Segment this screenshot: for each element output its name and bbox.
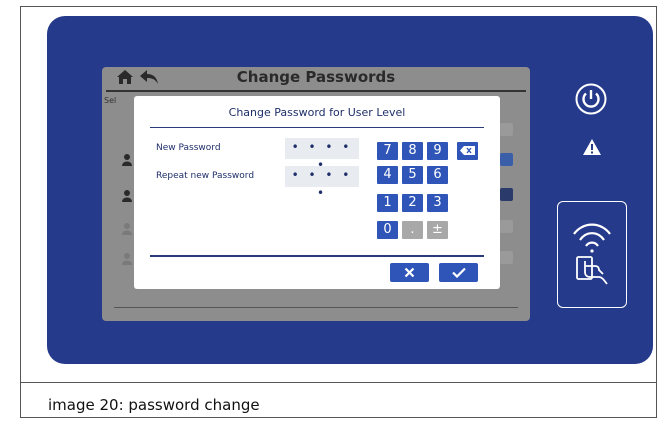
edit-icon[interactable] (500, 251, 513, 264)
edit-icon[interactable] (500, 188, 513, 201)
key-decimal[interactable]: . (402, 221, 423, 239)
cancel-button[interactable] (390, 263, 429, 282)
screen-title: Change Passwords (236, 68, 396, 86)
key-plus-minus[interactable]: ± (427, 221, 448, 239)
edit-icon[interactable] (500, 123, 513, 136)
warning-icon (582, 138, 602, 160)
key-0[interactable]: 0 (377, 221, 398, 239)
confirm-button[interactable] (439, 263, 478, 282)
key-5[interactable]: 5 (402, 166, 423, 184)
key-1[interactable]: 1 (377, 194, 398, 212)
figure-caption: image 20: password change (48, 396, 260, 414)
key-9[interactable]: 9 (427, 142, 448, 160)
key-2[interactable]: 2 (402, 194, 423, 212)
cancel-icon (404, 267, 415, 278)
key-6[interactable]: 6 (427, 166, 448, 184)
dialog-title: Change Password for User Level (228, 106, 406, 119)
key-7[interactable]: 7 (377, 142, 398, 160)
screen-header: Change Passwords (102, 67, 530, 89)
dialog-footer-divider (150, 255, 484, 257)
select-label: Sel (104, 96, 117, 105)
header-divider (106, 90, 526, 92)
new-password-field[interactable]: • • • • • (285, 138, 359, 172)
edit-icon[interactable] (500, 220, 513, 233)
caption-divider (20, 382, 657, 383)
nfc-reader[interactable] (557, 201, 627, 308)
nfc-card-icon (569, 220, 615, 292)
key-4[interactable]: 4 (377, 166, 398, 184)
backspace-button[interactable] (457, 142, 478, 160)
confirm-icon (451, 267, 466, 278)
power-icon[interactable] (574, 82, 608, 120)
user-icon (122, 151, 132, 170)
user-icon (122, 187, 132, 206)
new-password-label: New Password (156, 143, 221, 153)
repeat-password-field[interactable]: • • • • • (285, 166, 359, 200)
edit-icon[interactable] (500, 153, 513, 166)
backspace-icon (460, 146, 475, 155)
screen-footer-line (114, 307, 518, 308)
key-3[interactable]: 3 (427, 194, 448, 212)
repeat-password-label: Repeat new Password (156, 171, 255, 181)
user-icon (122, 220, 132, 239)
dialog-title-divider (150, 127, 484, 128)
user-icon (122, 250, 132, 269)
key-8[interactable]: 8 (402, 142, 423, 160)
change-password-dialog: Change Password for User Level New Passw… (134, 96, 500, 289)
